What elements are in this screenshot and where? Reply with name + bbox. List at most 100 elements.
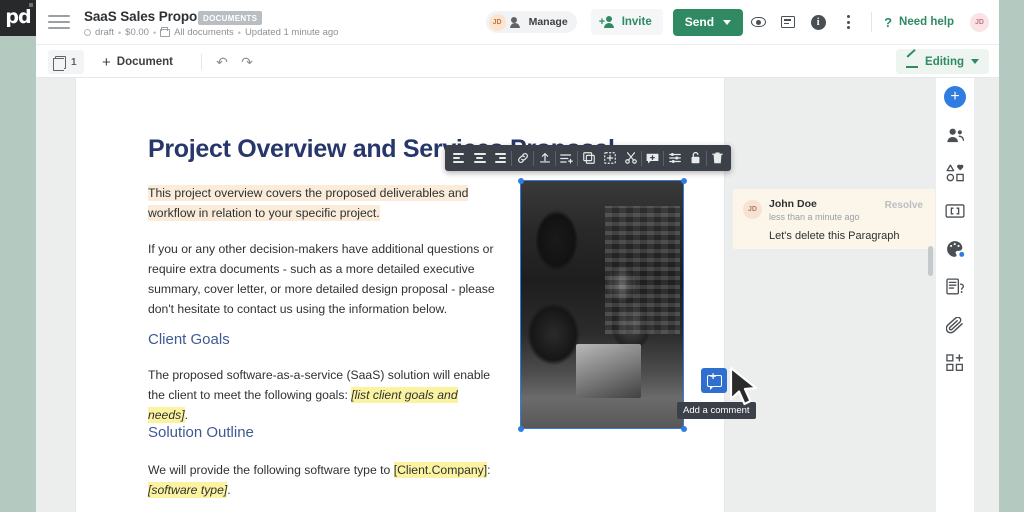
content-library-button[interactable]	[942, 350, 968, 376]
info-icon: i	[810, 14, 826, 30]
status-dot-icon	[84, 29, 91, 36]
app-root: pd SaaS Sales Proposal DOCUMENTS draft •…	[0, 0, 1024, 512]
heading-client-goals[interactable]: Client Goals	[148, 331, 230, 348]
resize-handle-top-right[interactable]	[680, 177, 687, 184]
comment-card[interactable]: JD John Doe less than a minute ago Resol…	[733, 189, 953, 249]
need-help-label: Need help	[899, 16, 954, 28]
more-options-button[interactable]	[833, 0, 863, 44]
heading-solution-outline[interactable]: Solution Outline	[148, 424, 254, 441]
people-icon	[509, 16, 524, 28]
comments-button[interactable]	[773, 0, 803, 44]
user-avatar[interactable]: JD	[970, 12, 989, 32]
duplicate-button[interactable]	[578, 145, 599, 171]
duplicate-icon	[582, 152, 595, 164]
plus-icon: +	[102, 53, 111, 71]
undo-icon: ↶	[216, 53, 228, 70]
paragraph-4-mid: :	[487, 463, 491, 477]
add-frame-button[interactable]	[599, 145, 620, 171]
logo-text: pd	[5, 5, 31, 28]
app-logo[interactable]: pd	[0, 0, 36, 36]
token-software-type: [software type]	[148, 482, 228, 498]
need-help-button[interactable]: ? Need help	[880, 15, 958, 30]
add-comment-button[interactable]	[701, 368, 727, 393]
invite-label: Invite	[621, 16, 652, 28]
attachment-icon	[945, 316, 963, 333]
undo-button[interactable]: ↶	[212, 52, 232, 72]
invite-button[interactable]: + Invite	[590, 9, 663, 35]
comment-icon	[781, 16, 796, 28]
page-navigator-button[interactable]: 1	[48, 50, 84, 74]
left-rail	[0, 0, 36, 512]
preview-button[interactable]	[743, 0, 773, 44]
resize-handle-bottom-right[interactable]	[680, 425, 687, 432]
align-right-button[interactable]	[490, 145, 511, 171]
pages-icon	[52, 55, 66, 71]
shapes-button[interactable]	[942, 160, 968, 186]
toolbar-divider	[201, 54, 202, 70]
add-document-button[interactable]: + Document	[96, 50, 179, 74]
theme-button[interactable]	[942, 236, 968, 262]
document-folder[interactable]: All documents	[174, 27, 234, 38]
image-content	[521, 181, 683, 428]
send-button[interactable]: Send	[672, 8, 744, 36]
lock-icon	[691, 151, 700, 164]
delete-icon	[712, 152, 723, 164]
recipients-button[interactable]	[942, 122, 968, 148]
meta-separator-2: •	[152, 27, 157, 38]
paragraph-2[interactable]: If you or any other decision-makers have…	[148, 239, 496, 319]
document-amount: $0.00	[125, 27, 149, 38]
header-actions: JD Manage + Invite Send i ? Need help JD	[485, 0, 989, 44]
form-fields-icon	[945, 278, 964, 295]
document-title: SaaS Sales Proposal	[84, 9, 216, 24]
manage-recipients-button[interactable]: JD Manage	[485, 11, 577, 33]
pencil-icon	[906, 56, 919, 68]
form-fields-button[interactable]	[942, 274, 968, 300]
link-button[interactable]	[512, 145, 533, 171]
info-button[interactable]: i	[803, 0, 833, 44]
align-right-icon	[495, 153, 506, 163]
canvas-scrollbar-thumb[interactable]	[928, 246, 933, 276]
redo-button[interactable]: ↷	[237, 52, 257, 72]
settings-button[interactable]	[664, 145, 685, 171]
align-left-button[interactable]	[448, 145, 469, 171]
add-block-button[interactable]: +	[942, 84, 968, 110]
page-count: 1	[71, 56, 77, 68]
person-plus-icon: +	[599, 16, 616, 28]
folder-icon	[160, 26, 171, 37]
selected-image[interactable]	[517, 177, 687, 432]
align-left-icon	[453, 153, 464, 163]
paragraph-4[interactable]: We will provide the following software t…	[148, 460, 500, 500]
canvas-scrollbar-track[interactable]	[925, 156, 935, 512]
document-status: draft	[95, 27, 115, 38]
attachments-button[interactable]	[942, 312, 968, 338]
delete-button[interactable]	[707, 145, 728, 171]
variables-button[interactable]	[942, 198, 968, 224]
align-center-button[interactable]	[469, 145, 490, 171]
settings-sliders-icon	[668, 153, 681, 163]
menu-hamburger-button[interactable]	[48, 12, 70, 32]
add-comment-toolbar-button[interactable]	[642, 145, 663, 171]
cut-button[interactable]	[620, 145, 641, 171]
editing-label: Editing	[925, 55, 964, 68]
upload-button[interactable]	[534, 145, 555, 171]
resize-handle-top-left[interactable]	[517, 177, 524, 184]
tools-sidebar: +	[935, 78, 974, 512]
question-mark-icon: ?	[884, 14, 893, 30]
element-toolbar	[445, 145, 731, 171]
paragraph-highlighted[interactable]: This project overview covers the propose…	[148, 183, 498, 223]
app-chrome: SaaS Sales Proposal DOCUMENTS draft • $0…	[36, 0, 999, 512]
indent-add-button[interactable]	[556, 145, 577, 171]
variable-icon	[945, 204, 965, 218]
paragraph-3[interactable]: The proposed software-as-a-service (SaaS…	[148, 365, 500, 425]
chevron-down-icon	[723, 19, 732, 25]
resize-handle-bottom-left[interactable]	[517, 425, 524, 432]
resolve-comment-button[interactable]: Resolve	[885, 200, 923, 211]
mouse-cursor	[729, 366, 758, 406]
manage-label: Manage	[528, 16, 568, 28]
document-page[interactable]: Project Overview and Services Proposal T…	[76, 78, 724, 512]
lock-button[interactable]	[685, 145, 706, 171]
avatar: JD	[743, 200, 762, 219]
upload-icon	[539, 153, 550, 163]
document-updated: Updated 1 minute ago	[244, 27, 339, 38]
editing-mode-dropdown[interactable]: Editing	[896, 49, 989, 74]
